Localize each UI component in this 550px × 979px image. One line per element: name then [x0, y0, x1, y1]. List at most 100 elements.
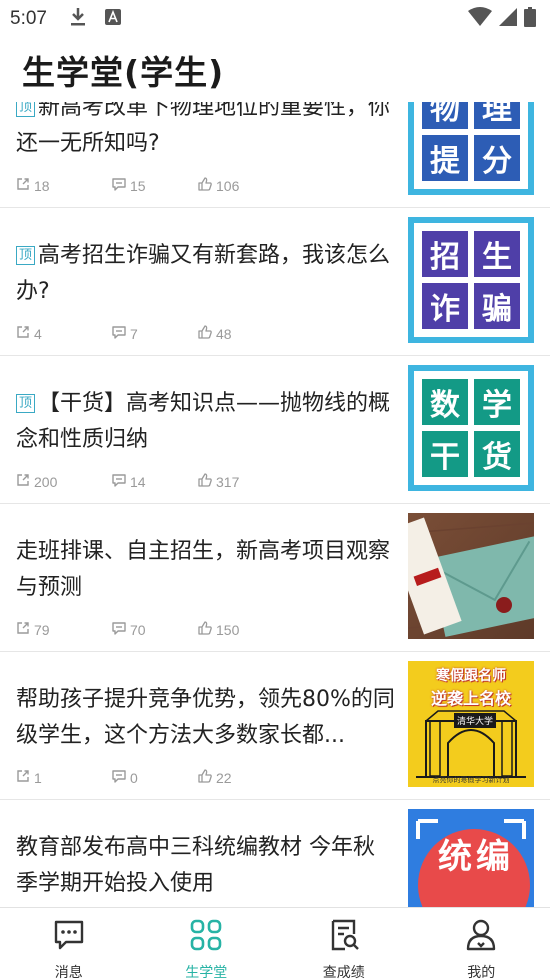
comment-count-item[interactable]: 0 — [112, 769, 198, 786]
poster-footer: 点亮你的寒假学习新计划 — [432, 776, 510, 784]
article-item[interactable]: 帮助孩子提升竞争优势，领先80%的同级学生，这个方法大多数家长都... 1 0 … — [0, 652, 550, 800]
article-title[interactable]: 帮助孩子提升竞争优势，领先80%的同级学生，这个方法大多数家长都... — [16, 682, 396, 754]
like-count-item[interactable]: 106 — [198, 177, 294, 194]
article-thumb[interactable]: 统 编 — [408, 809, 534, 907]
thumb-char: 招 — [422, 231, 468, 277]
search-doc-icon — [327, 918, 361, 956]
thumb-char: 提 — [422, 135, 468, 181]
gate-sign: 清华大学 — [454, 713, 497, 728]
article-feed[interactable]: 顶新高考改革下物理地位的重要性，你还一无所知吗? 18 15 106 物理提分顶… — [0, 102, 550, 907]
like-count-item[interactable]: 317 — [198, 473, 294, 490]
article-meta: 4 7 48 — [16, 325, 294, 342]
a-badge-icon — [104, 9, 121, 29]
like-icon — [198, 621, 212, 638]
article-item[interactable]: 顶高考招生诈骗又有新套路，我该怎么办? 4 7 48 招生诈骗 — [0, 208, 550, 356]
article-item[interactable]: 教育部发布高中三科统编教材 今年秋季学期开始投入使用 统 编 — [0, 800, 550, 907]
share-icon — [16, 473, 30, 490]
comment-icon — [112, 621, 126, 638]
nav-item-profile[interactable]: 我的 — [413, 908, 550, 979]
thumb-char: 干 — [422, 431, 468, 477]
like-count-item[interactable]: 48 — [198, 325, 294, 342]
wifi-icon — [468, 7, 492, 31]
comment-count-item[interactable]: 15 — [112, 177, 198, 194]
thumb-char: 理 — [474, 102, 520, 129]
article-item[interactable]: 顶新高考改革下物理地位的重要性，你还一无所知吗? 18 15 106 物理提分 — [0, 102, 550, 208]
grid-icon — [189, 918, 223, 956]
nav-label: 我的 — [467, 965, 496, 979]
comment-count-item[interactable]: 7 — [112, 325, 198, 342]
thumb-char: 数 — [422, 379, 468, 425]
bottom-nav: 消息 生学堂 查成绩 我的 — [0, 907, 550, 979]
article-thumb[interactable]: 数学干货 — [408, 365, 534, 491]
signal-icon — [498, 7, 518, 31]
article-title-text: 新高考改革下物理地位的重要性，你还一无所知吗? — [16, 102, 391, 156]
like-count: 317 — [216, 473, 240, 490]
poster-thumbnail: 寒假跟名师 逆袭上名校 清华大学 点亮你的寒假学习新计划 — [408, 661, 534, 787]
app-header: 生学堂(学生) — [0, 38, 550, 102]
article-meta: 1 0 22 — [16, 769, 294, 786]
thumb-char: 物 — [422, 102, 468, 129]
thumb-char: 学 — [474, 379, 520, 425]
like-count: 22 — [216, 769, 232, 786]
envelope-photo-thumbnail — [408, 513, 534, 639]
article-thumb[interactable] — [408, 513, 534, 639]
article-item[interactable]: 走班排课、自主招生，新高考项目观察与预测 79 70 150 — [0, 504, 550, 652]
pinned-tag: 顶 — [16, 102, 36, 117]
share-count-item[interactable]: 18 — [16, 177, 112, 194]
like-count: 106 — [216, 177, 240, 194]
article-thumb[interactable]: 物理提分 — [408, 102, 534, 195]
comment-icon — [112, 177, 126, 194]
share-count-item[interactable]: 79 — [16, 621, 112, 638]
comment-count: 15 — [130, 177, 146, 194]
article-thumb[interactable]: 招生诈骗 — [408, 217, 534, 343]
article-title[interactable]: 教育部发布高中三科统编教材 今年秋季学期开始投入使用 — [16, 830, 396, 902]
like-icon — [198, 325, 212, 342]
article-item[interactable]: 顶【干货】高考知识点——抛物线的概念和性质归纳 200 14 317 数学干货 — [0, 356, 550, 504]
like-count-item[interactable]: 150 — [198, 621, 294, 638]
comment-count-item[interactable]: 14 — [112, 473, 198, 490]
profile-icon — [464, 918, 498, 956]
battery-icon — [524, 7, 536, 31]
article-thumbnail: 招生诈骗 — [408, 217, 534, 343]
article-meta: 200 14 317 — [16, 473, 294, 490]
share-count-item[interactable]: 200 — [16, 473, 112, 490]
thumb-char: 生 — [474, 231, 520, 277]
thumb-char: 货 — [474, 431, 520, 477]
article-title-text: 教育部发布高中三科统编教材 今年秋季学期开始投入使用 — [16, 835, 375, 896]
comment-icon — [112, 473, 126, 490]
share-count: 1 — [34, 769, 42, 786]
article-thumb[interactable]: 寒假跟名师 逆袭上名校 清华大学 点亮你的寒假学习新计划 — [408, 661, 534, 787]
article-title-text: 帮助孩子提升竞争优势，领先80%的同级学生，这个方法大多数家长都... — [16, 687, 395, 748]
like-count-item[interactable]: 22 — [198, 769, 294, 786]
share-icon — [16, 621, 30, 638]
partial-thumbnail: 统 编 — [408, 809, 534, 907]
nav-item-shengxuetang[interactable]: 生学堂 — [138, 908, 276, 979]
pinned-tag: 顶 — [16, 394, 36, 413]
nav-label: 查成绩 — [322, 965, 365, 979]
like-icon — [198, 473, 212, 490]
comment-count-item[interactable]: 70 — [112, 621, 198, 638]
share-count: 200 — [34, 473, 58, 490]
article-meta: 18 15 106 — [16, 177, 294, 194]
thumb-char: 编 — [476, 837, 510, 877]
article-thumbnail: 数学干货 — [408, 365, 534, 491]
share-icon — [16, 177, 30, 194]
share-icon — [16, 325, 30, 342]
article-title[interactable]: 顶【干货】高考知识点——抛物线的概念和性质归纳 — [16, 386, 396, 458]
thumb-char: 统 — [438, 837, 472, 877]
comment-count: 14 — [130, 473, 146, 490]
article-title-text: 高考招生诈骗又有新套路，我该怎么办? — [16, 243, 391, 304]
article-title[interactable]: 顶高考招生诈骗又有新套路，我该怎么办? — [16, 238, 396, 310]
share-count-item[interactable]: 4 — [16, 325, 112, 342]
pinned-tag: 顶 — [16, 246, 36, 265]
share-count: 4 — [34, 325, 42, 342]
nav-item-check-scores[interactable]: 查成绩 — [275, 908, 413, 979]
comment-icon — [112, 769, 126, 786]
comment-count: 0 — [130, 769, 138, 786]
status-bar: 5:07 — [0, 0, 550, 38]
share-count-item[interactable]: 1 — [16, 769, 112, 786]
article-title-text: 走班排课、自主招生，新高考项目观察与预测 — [16, 539, 391, 600]
nav-item-messages[interactable]: 消息 — [0, 908, 138, 979]
article-title[interactable]: 走班排课、自主招生，新高考项目观察与预测 — [16, 534, 396, 606]
article-title[interactable]: 顶新高考改革下物理地位的重要性，你还一无所知吗? — [16, 102, 396, 162]
